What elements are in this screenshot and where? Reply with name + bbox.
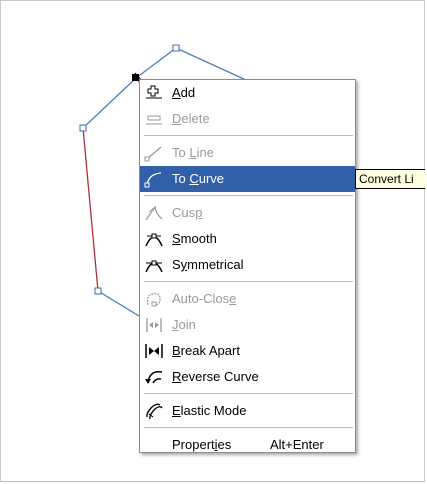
menu-item-label: Cus <box>172 205 196 220</box>
mnemonic-letter: D <box>172 111 182 126</box>
menu-item-label: everse Curve <box>181 369 259 384</box>
break-apart-icon <box>145 344 163 358</box>
tooltip: Convert Li <box>355 169 425 189</box>
mnemonic-letter: A <box>172 85 181 100</box>
to-curve-icon <box>144 172 162 188</box>
join-icon <box>146 318 162 332</box>
to-line-icon <box>144 146 162 162</box>
curve-node[interactable] <box>79 124 87 132</box>
smooth-icon <box>145 233 163 247</box>
reverse-curve-icon <box>145 370 163 384</box>
context-menu: Add Delete To Line To Curve Cusp Smooth … <box>139 79 356 453</box>
curve-segment[interactable] <box>82 77 137 129</box>
mnemonic-letter: C <box>189 171 199 186</box>
delete-node-icon <box>146 115 162 125</box>
menu-item-symmetrical[interactable]: Symmetrical <box>140 252 355 278</box>
curve-segment[interactable] <box>82 127 99 292</box>
menu-item-auto-close[interactable]: Auto-Close <box>140 286 355 312</box>
menu-item-label: lastic Mode <box>180 403 247 418</box>
mnemonic-letter: B <box>172 343 181 358</box>
menu-item-label: oin <box>178 317 196 332</box>
menu-separator <box>144 195 353 196</box>
mnemonic-letter: S <box>172 231 181 246</box>
menu-item-elastic-mode[interactable]: Elastic Mode <box>140 398 355 424</box>
mnemonic-letter: L <box>189 145 197 160</box>
symmetrical-icon <box>145 260 163 273</box>
mnemonic-letter: p <box>195 205 203 220</box>
menu-separator <box>144 427 353 428</box>
menu-item-label: Auto-Clos <box>172 291 230 306</box>
menu-item-label: elete <box>181 111 210 126</box>
mnemonic-letter: E <box>172 403 181 418</box>
menu-item-to-curve[interactable]: To Curve <box>140 166 355 192</box>
menu-separator <box>144 393 353 394</box>
menu-item-label: es <box>217 437 232 452</box>
menu-item-label: urve <box>198 171 225 186</box>
auto-close-icon <box>146 292 161 307</box>
menu-item-label: mmetrical <box>187 257 244 272</box>
mnemonic-letter: e <box>229 291 237 306</box>
menu-item-label: To <box>172 171 190 186</box>
menu-item-properties[interactable]: Properties Alt+Enter <box>140 432 355 458</box>
cusp-icon <box>145 205 163 221</box>
add-node-icon <box>146 85 162 99</box>
menu-item-cusp[interactable]: Cusp <box>140 200 355 226</box>
menu-item-label: ine <box>196 145 214 160</box>
menu-item-to-line[interactable]: To Line <box>140 140 355 166</box>
menu-item-label: reak Apart <box>180 343 240 358</box>
mnemonic-letter: R <box>172 369 182 384</box>
menu-item-label: mooth <box>180 231 217 246</box>
menu-item-delete[interactable]: Delete <box>140 106 355 132</box>
menu-item-label: Propert <box>172 437 215 452</box>
menu-item-label: dd <box>180 85 196 100</box>
curve-segment[interactable] <box>135 47 247 81</box>
curve-segment[interactable] <box>97 290 140 317</box>
elastic-mode-icon <box>146 403 163 420</box>
menu-separator <box>144 135 353 136</box>
menu-item-reverse-curve[interactable]: Reverse Curve <box>140 364 355 390</box>
curve-node[interactable] <box>172 44 180 52</box>
menu-item-smooth[interactable]: Smooth <box>140 226 355 252</box>
menu-separator <box>144 281 353 282</box>
menu-item-break-apart[interactable]: Break Apart <box>140 338 355 364</box>
menu-item-label: To <box>172 145 190 160</box>
menu-item-add[interactable]: Add <box>140 80 355 106</box>
curve-node[interactable] <box>94 287 102 295</box>
menu-item-join[interactable]: Join <box>140 312 355 338</box>
menu-item-shortcut: Alt+Enter <box>270 437 324 452</box>
menu-item-label: S <box>172 257 181 272</box>
